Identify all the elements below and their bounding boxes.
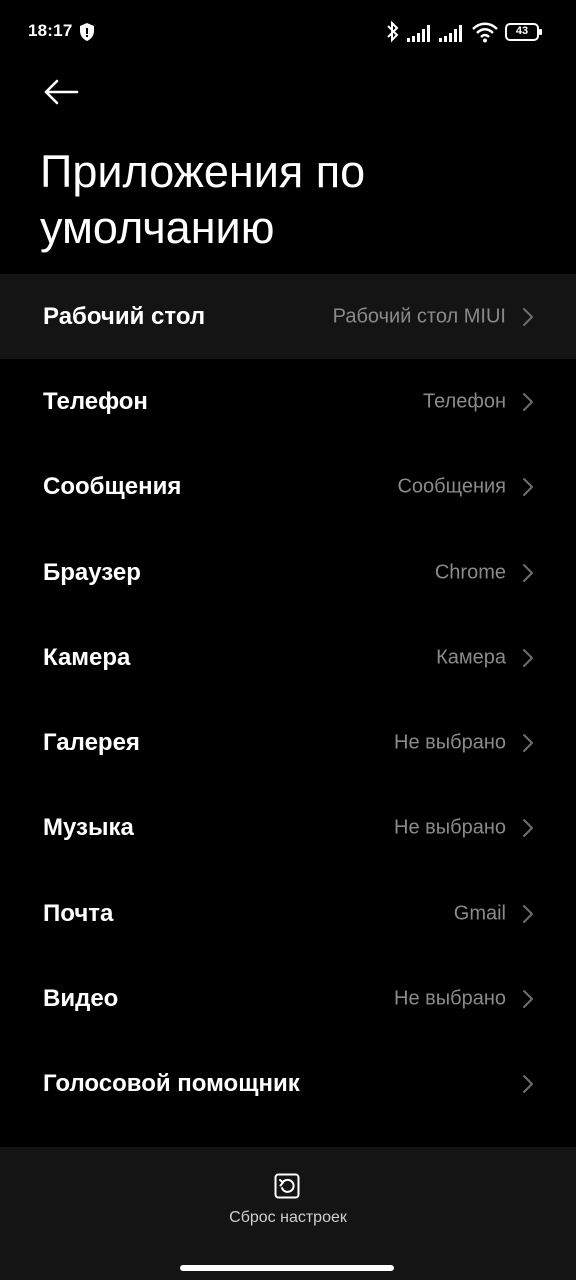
list-item-messages[interactable]: Сообщения Сообщения xyxy=(0,445,576,530)
list-item-value: Не выбрано xyxy=(394,731,506,754)
arrow-left-icon xyxy=(44,79,79,105)
signal-icon xyxy=(439,25,462,42)
list-item-label: Галерея xyxy=(43,729,140,757)
reset-settings-button[interactable]: Сброс настроек xyxy=(188,1171,388,1237)
chevron-right-icon xyxy=(523,648,533,667)
chevron-right-icon xyxy=(523,563,533,582)
list-item-value: Не выбрано xyxy=(394,987,506,1010)
status-time: 18:17 xyxy=(28,21,73,40)
list-item-value: Телефон xyxy=(423,390,506,413)
list-item-value: Chrome xyxy=(434,561,506,584)
status-bar: 18:17 43 xyxy=(0,0,576,64)
chevron-right-icon xyxy=(523,392,533,411)
list-item-value: Сообщения xyxy=(397,475,506,498)
list-item-desktop[interactable]: Рабочий стол Рабочий стол MIUI xyxy=(0,274,576,360)
bottom-bar: Сброс настроек xyxy=(0,1147,576,1280)
list-item-video[interactable]: Видео Не выбрано xyxy=(0,956,576,1041)
page-title: Приложения по умолчанию xyxy=(40,146,366,253)
chevron-right-icon xyxy=(523,307,533,326)
list-item-value: Камера xyxy=(436,646,506,669)
list-item-music[interactable]: Музыка Не выбрано xyxy=(0,786,576,871)
list-item-phone[interactable]: Телефон Телефон xyxy=(0,359,576,444)
back-button[interactable] xyxy=(36,70,88,118)
list-item-label: Голосовой помощник xyxy=(43,1070,300,1098)
list-item-label: Сообщения xyxy=(43,473,182,501)
reset-icon xyxy=(274,1173,300,1199)
list-item-label: Телефон xyxy=(43,387,148,415)
list-item-browser[interactable]: Браузер Chrome xyxy=(0,530,576,615)
list-item-label: Браузер xyxy=(43,558,141,586)
battery-level: 43 xyxy=(515,25,529,37)
chevron-right-icon xyxy=(523,904,533,923)
wifi-icon xyxy=(472,22,498,43)
list-item-value: Рабочий стол MIUI xyxy=(332,305,506,328)
list-item-label: Камера xyxy=(43,643,131,671)
reset-settings-label: Сброс настроек xyxy=(229,1209,347,1226)
list-item-camera[interactable]: Камера Камера xyxy=(0,615,576,700)
signal-icon xyxy=(407,25,430,42)
list-item-label: Музыка xyxy=(43,814,134,842)
shield-icon xyxy=(80,23,94,41)
list-item-voice-assistant[interactable]: Голосовой помощник xyxy=(0,1042,576,1127)
list-item-mail[interactable]: Почта Gmail xyxy=(0,871,576,956)
chevron-right-icon xyxy=(523,1075,533,1094)
chevron-right-icon xyxy=(523,990,533,1009)
chevron-right-icon xyxy=(523,734,533,753)
bluetooth-icon xyxy=(387,20,399,43)
list-item-label: Почта xyxy=(43,899,114,927)
chevron-right-icon xyxy=(523,819,533,838)
list-item-label: Видео xyxy=(43,985,119,1013)
list-item-value: Не выбрано xyxy=(394,816,506,839)
list-item-gallery[interactable]: Галерея Не выбрано xyxy=(0,700,576,785)
list-item-value: Gmail xyxy=(453,902,506,925)
home-indicator[interactable] xyxy=(180,1265,394,1271)
default-apps-list: Рабочий стол Рабочий стол MIUI Телефон Теле… xyxy=(0,274,576,1127)
list-item-label: Рабочий стол xyxy=(43,302,206,330)
chevron-right-icon xyxy=(523,478,533,497)
